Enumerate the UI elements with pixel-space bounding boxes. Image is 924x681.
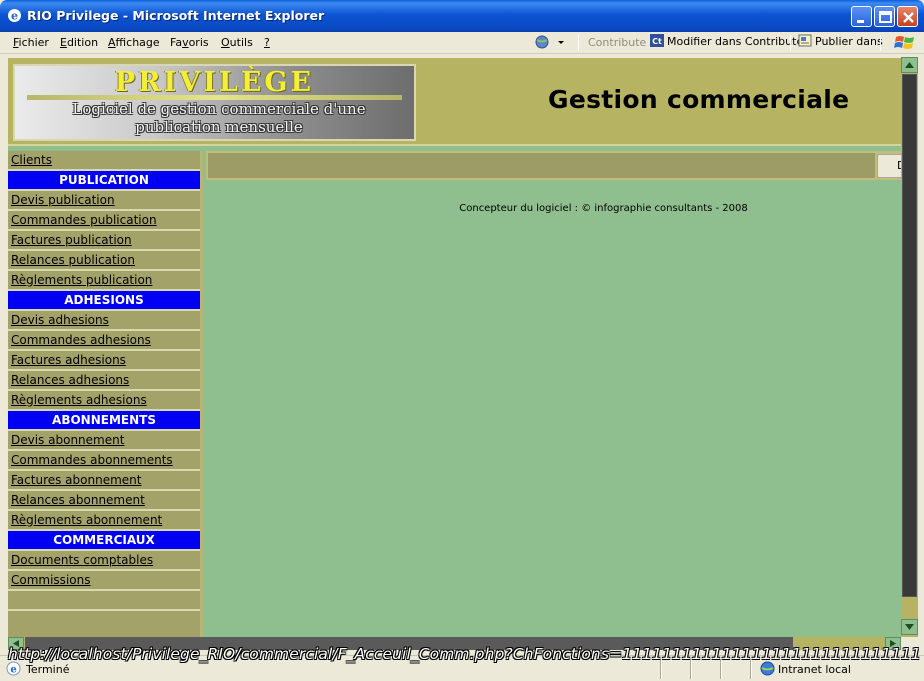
contribute-globe-icon: [535, 35, 564, 49]
sidebar-link-clients[interactable]: Clients: [8, 151, 200, 171]
sidebar-link-relances-adhesions[interactable]: Relances adhesions: [8, 371, 200, 391]
sidebar-link-reglements-adhesions[interactable]: Règlements adhesions: [8, 391, 200, 411]
sidebar-link-reglements-abonnement[interactable]: Règlements abonnement: [8, 511, 200, 531]
sidebar-link-commandes-publication[interactable]: Commandes publication: [8, 211, 200, 231]
sidebar-link-factures-abonnement[interactable]: Factures abonnement: [8, 471, 200, 491]
page-heading: Gestion commerciale: [548, 85, 850, 114]
sidebar-link-relances-abonnement[interactable]: Relances abonnement: [8, 491, 200, 511]
contribute-button[interactable]: Contribute: [588, 36, 646, 49]
menu-edition[interactable]: Edition: [60, 36, 98, 49]
minimize-button[interactable]: [851, 6, 872, 27]
page-content: PRIVILÈGE Logiciel de gestion commercial…: [8, 58, 901, 639]
window-title: RIO Privilege - Microsoft Internet Explo…: [27, 8, 325, 23]
maximize-icon: [879, 11, 892, 23]
toolbar-separator: [578, 35, 579, 51]
publish-icon: [798, 34, 812, 47]
arrow-down-icon: [905, 624, 914, 630]
sidebar-section-publication: PUBLICATION: [8, 171, 200, 191]
software-credit: Concepteur du logiciel : © infographie c…: [459, 203, 748, 214]
sidebar-section-commerciaux: COMMERCIAUX: [8, 531, 200, 551]
sidebar-link-commissions[interactable]: Commissions: [8, 571, 200, 591]
vertical-scrollbar[interactable]: [901, 57, 918, 637]
close-icon: [903, 12, 914, 23]
main-toolbar-button[interactable]: D: [877, 154, 901, 178]
main-area: D Concepteur du logiciel : © infographie…: [206, 151, 901, 639]
vertical-scroll-thumb[interactable]: [902, 74, 917, 597]
maximize-button[interactable]: [874, 6, 895, 27]
sidebar-link-devis-abonnement[interactable]: Devis abonnement: [8, 431, 200, 451]
scroll-up-button[interactable]: [901, 57, 918, 73]
security-zone-label: Intranet local: [778, 663, 851, 676]
minimize-icon: [857, 20, 864, 23]
svg-text:e: e: [10, 665, 16, 676]
sidebar-link-factures-publication[interactable]: Factures publication: [8, 231, 200, 251]
hover-url-overlay: http://localhost/Privilege_RIO/commercia…: [8, 645, 921, 663]
window-title-bar: e RIO Privilege - Microsoft Internet Exp…: [0, 0, 924, 32]
sidebar-link-relances-publication[interactable]: Relances publication: [8, 251, 200, 271]
menu-bar: Fichier Edition Affichage Favoris Outils…: [0, 32, 924, 54]
publish-in-button[interactable]: Publier dans: [798, 34, 883, 48]
status-text: Terminé: [26, 663, 70, 676]
menu-help[interactable]: ?: [264, 36, 270, 49]
toolbar-separator: [790, 35, 791, 51]
close-button[interactable]: [897, 6, 918, 27]
page-done-icon: e: [6, 661, 21, 676]
sidebar-link-factures-adhesions[interactable]: Factures adhesions: [8, 351, 200, 371]
sidebar-link-documents-comptables[interactable]: Documents comptables: [8, 551, 200, 571]
arrow-up-icon: [905, 62, 914, 68]
sidebar-link-reglements-publication[interactable]: Règlements publication: [8, 271, 200, 291]
contribute-dropdown-button[interactable]: [534, 34, 564, 53]
svg-text:Ct: Ct: [652, 37, 662, 46]
sidebar-section-adhesions: ADHESIONS: [8, 291, 200, 311]
sidebar-empty-row: [8, 591, 200, 611]
internet-explorer-icon: e: [8, 9, 21, 23]
svg-text:e: e: [11, 10, 18, 23]
main-toolbar-strip: [208, 153, 875, 178]
menu-affichage[interactable]: Affichage: [108, 36, 160, 49]
sidebar-link-devis-adhesions[interactable]: Devis adhesions: [8, 311, 200, 331]
logo-title: PRIVILÈGE: [114, 67, 315, 98]
toolbar-separator: [880, 35, 881, 51]
menu-outils[interactable]: Outils: [221, 36, 253, 49]
scroll-down-button[interactable]: [901, 619, 918, 635]
menu-fichier[interactable]: Fichier: [13, 36, 49, 49]
privilege-logo: PRIVILÈGE Logiciel de gestion commercial…: [13, 64, 416, 141]
sidebar-nav: Clients PUBLICATION Devis publication Co…: [8, 151, 203, 639]
intranet-zone-icon: [760, 661, 775, 676]
logo-subtitle: Logiciel de gestion commerciale d'une pu…: [72, 100, 366, 136]
sidebar-link-devis-publication[interactable]: Devis publication: [8, 191, 200, 211]
sidebar-section-abonnements: ABONNEMENTS: [8, 411, 200, 431]
main-toolbar: D: [206, 151, 901, 180]
modify-in-contribute-button[interactable]: Ct Modifier dans Contribute: [650, 34, 803, 48]
browser-viewport: PRIVILÈGE Logiciel de gestion commercial…: [0, 55, 924, 639]
contribute-edit-icon: Ct: [650, 34, 664, 47]
sidebar-link-commandes-abonnements[interactable]: Commandes abonnements: [8, 451, 200, 471]
header-banner: PRIVILÈGE Logiciel de gestion commercial…: [8, 58, 901, 146]
menu-favoris[interactable]: Favoris: [170, 36, 209, 49]
sidebar-link-commandes-adhesions[interactable]: Commandes adhesions: [8, 331, 200, 351]
windows-logo-icon: [894, 36, 914, 49]
